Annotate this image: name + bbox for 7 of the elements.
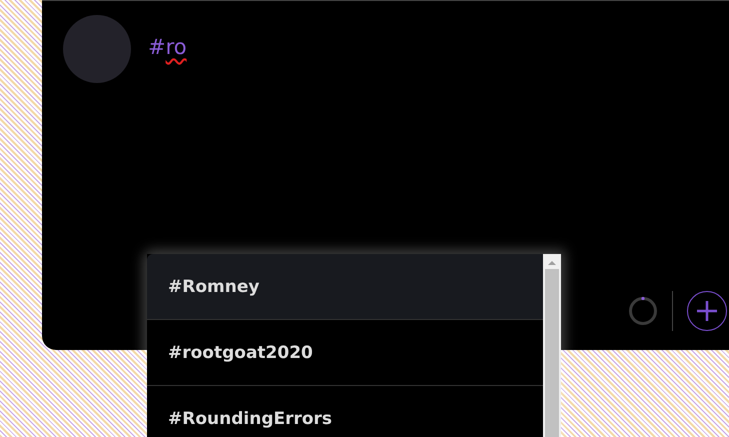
add-button[interactable] [687,291,727,331]
loading-spinner-icon [628,296,658,326]
scroll-up-icon [547,259,557,267]
plus-icon [696,300,718,322]
scrollbar[interactable] [543,254,561,437]
hashtag-suggestion[interactable]: #Romney [147,254,543,320]
post-input-field[interactable]: #ro [148,35,187,59]
